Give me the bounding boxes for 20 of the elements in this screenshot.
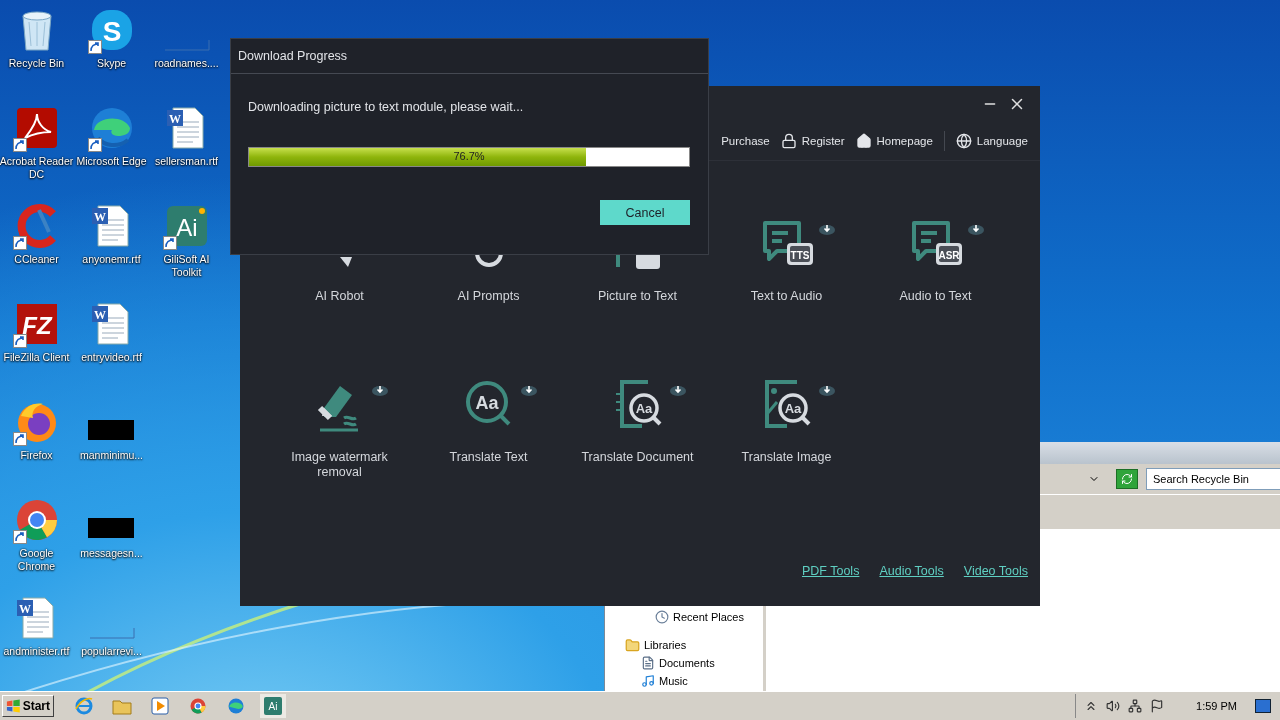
- desktop-icon-label: sellersman.rtf: [154, 155, 219, 168]
- desktop-icon-label: GiliSoft AI Toolkit: [162, 253, 211, 279]
- desktop-icon-label: Firefox: [19, 449, 54, 462]
- dialog-title: Download Progress: [231, 39, 708, 74]
- desktop-icon-label: messagesn...: [79, 547, 144, 560]
- desktop-icon-label: Acrobat Reader DC: [0, 155, 74, 181]
- desktop-icon-label: Recycle Bin: [7, 57, 66, 70]
- desktop-icon-label: CCleaner: [13, 253, 60, 266]
- desktop-icon-label: Google Chrome: [16, 547, 57, 573]
- desktop-icon-label: manminimu...: [79, 449, 144, 462]
- desktop-icon-label: entryvideo.rtf: [80, 351, 143, 364]
- desktop-icon-label: roadnames....: [153, 57, 220, 70]
- desktop-icon-label: andminister.rtf: [2, 645, 71, 658]
- progress-percent: 76.7%: [452, 150, 486, 162]
- desktop-icon-label: Microsoft Edge: [75, 155, 148, 168]
- desktop-icon-label: popularrevi...: [80, 645, 143, 658]
- dialog-message: Downloading picture to text module, please wait...: [248, 100, 525, 114]
- desktop-icon-label: FileZilla Client: [2, 351, 71, 364]
- desktop-icon-label: anyonemr.rtf: [81, 253, 142, 266]
- desktop-icon-label: Skype: [95, 57, 128, 70]
